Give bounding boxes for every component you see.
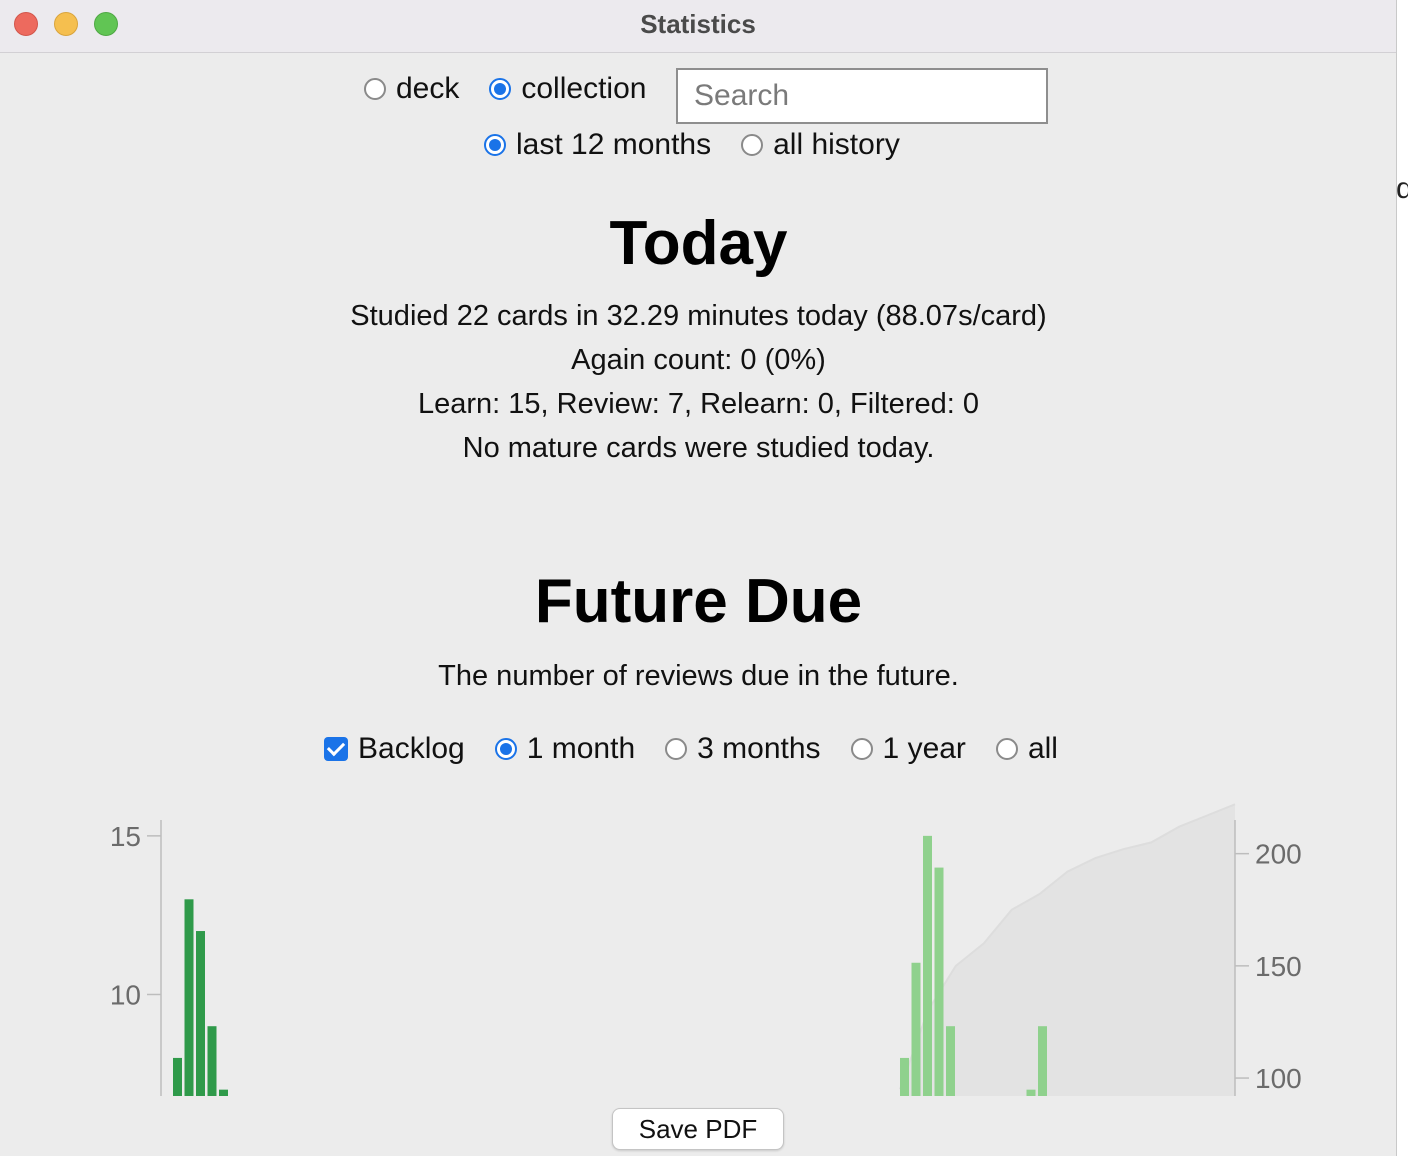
right-tick-label-0: 200 [1255,839,1302,870]
due-bar-2 [923,835,932,1096]
statistics-window: Statistics deck collection last 12 month… [0,0,1397,1156]
range-last-12-months-option[interactable]: last 12 months [484,128,711,162]
backlog-checkbox[interactable] [324,737,348,761]
range-all-history-option[interactable]: all history [741,128,900,162]
due-bar-1 [911,962,921,1096]
period-3-months-radio[interactable] [665,738,688,760]
background-window-edge: d [1396,172,1408,205]
deck-radio[interactable] [364,78,386,100]
due-bar-12 [1038,1026,1047,1096]
due-bar-0 [900,1057,909,1096]
period-1-year-radio[interactable] [850,738,873,760]
future-due-description: The number of reviews due in the future. [438,660,959,692]
backlog-bar-4 [219,1089,228,1096]
scope-selector: deck collection [364,72,676,106]
period-1-year-label: 1 year [882,732,966,765]
today-studied-line: Studied 22 cards in 32.29 minutes today … [350,300,1047,332]
collection-label: collection [521,72,647,105]
right-tick-label-1: 150 [1255,951,1302,982]
today-heading: Today [609,209,788,278]
window-title: Statistics [640,9,756,39]
future-due-chart-svg: 15 10 200 150 100 [110,803,1302,1096]
today-mature-line: No mature cards were studied today. [462,432,935,464]
all-history-label: all history [773,128,900,161]
due-bar-11 [1026,1089,1036,1096]
title-bar: Statistics [0,0,1396,53]
period-1-month-radio[interactable] [494,738,517,760]
today-again-line: Again count: 0 (0%) [571,344,826,376]
backlog-bar-0 [173,1057,182,1096]
save-pdf-button[interactable]: Save PDF [612,1108,784,1150]
period-3-months-option[interactable]: 3 months [665,732,821,766]
search-input[interactable] [676,68,1048,124]
last-12-months-label: last 12 months [516,128,712,161]
period-1-month-label: 1 month [526,732,636,765]
all-history-radio[interactable] [741,134,764,156]
period-1-year-option[interactable]: 1 year [850,732,966,766]
collection-radio[interactable] [489,78,512,100]
future-due-heading: Future Due [534,567,863,636]
period-all-label: all [1027,732,1058,765]
future-due-chart: 15 10 200 150 100 [0,800,1396,1100]
backlog-label: Backlog [358,732,465,765]
due-bar-4 [946,1026,955,1096]
right-tick-label-2: 100 [1255,1063,1302,1094]
due-bar-3 [934,867,944,1096]
range-selector: last 12 months all history [484,128,930,162]
backlog-bar-1 [184,899,194,1096]
future-due-controls: Backlog 1 month 3 months 1 year all [324,732,1088,766]
deck-label: deck [396,72,460,105]
period-all-radio[interactable] [995,738,1018,760]
today-breakdown-line: Learn: 15, Review: 7, Relearn: 0, Filter… [418,388,979,420]
backlog-bar-3 [207,1026,217,1096]
scope-collection-option[interactable]: collection [489,72,646,106]
period-all-option[interactable]: all [995,732,1058,766]
left-tick-label-1: 10 [110,979,141,1010]
last-12-months-radio[interactable] [484,134,506,156]
left-tick-label-0: 15 [110,821,141,852]
backlog-option[interactable]: Backlog [324,732,465,766]
period-1-month-option[interactable]: 1 month [494,732,636,766]
scope-deck-option[interactable]: deck [364,72,459,106]
backlog-bar-2 [196,931,205,1096]
period-3-months-label: 3 months [697,732,821,765]
